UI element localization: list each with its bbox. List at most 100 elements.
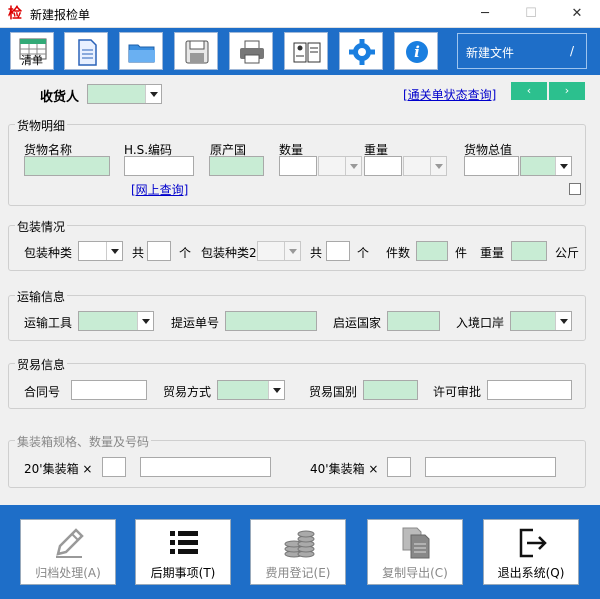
packing-type2-select[interactable] (257, 241, 301, 261)
packing-group-title: 包装情况 (15, 218, 68, 235)
container-40-count-input[interactable] (387, 457, 411, 477)
next-record-button[interactable]: › (549, 82, 585, 100)
trade-mode-select[interactable] (217, 380, 285, 400)
online-query-link[interactable]: [网上查询] (131, 181, 188, 198)
currency-select[interactable] (520, 156, 572, 176)
toolbar: 清单 i 新建文件 / (0, 28, 600, 75)
departure-country-label: 启运国家 (333, 316, 382, 330)
folder-icon (128, 44, 155, 63)
trade-country-input[interactable] (363, 380, 418, 400)
quantity-input[interactable] (279, 156, 317, 176)
new-file-label: 新建文件 (466, 46, 515, 60)
packing-weight-label: 重量 (480, 246, 505, 260)
manual-button[interactable] (284, 32, 328, 70)
copy-documents-icon (402, 527, 430, 559)
license-approval-label: 许可审批 (433, 385, 482, 399)
save-button[interactable] (174, 32, 218, 70)
receiver-select[interactable] (87, 84, 162, 104)
packing-count-input[interactable] (147, 241, 171, 261)
new-file-suffix: / (570, 44, 575, 58)
svg-text:i: i (414, 43, 420, 61)
gear-icon (349, 39, 375, 65)
list-button[interactable]: 清单 (10, 32, 54, 70)
archive-button[interactable]: 归档处理(A) (20, 519, 116, 585)
exit-icon (519, 528, 547, 558)
origin-country-input[interactable] (209, 156, 264, 176)
container-20-number-input[interactable] (140, 457, 271, 477)
transport-group-title: 运输信息 (15, 288, 68, 305)
open-folder-button[interactable] (119, 32, 163, 70)
weight-input[interactable] (364, 156, 402, 176)
bill-number-input[interactable] (225, 311, 317, 331)
bill-number-label: 提运单号 (171, 316, 220, 330)
printer-icon (240, 40, 264, 64)
hs-code-input[interactable] (124, 156, 194, 176)
follow-up-button[interactable]: 后期事项(T) (135, 519, 231, 585)
print-button[interactable] (229, 32, 273, 70)
trade-mode-label: 贸易方式 (163, 385, 212, 399)
packing-weight-unit-label: 公斤 (555, 246, 580, 260)
pieces-label: 件数 (386, 246, 411, 260)
packing-type2-label: 包装种类2 (201, 246, 257, 260)
fee-register-button[interactable]: 费用登记(E) (250, 519, 346, 585)
total-value-input[interactable] (464, 156, 519, 176)
container-20-label: 20'集装箱 × (24, 462, 93, 476)
copy-export-label: 复制导出(C) (382, 566, 448, 580)
app-icon: 检 (8, 6, 22, 22)
packing-weight-input[interactable] (511, 241, 547, 261)
transport-tool-label: 运输工具 (24, 316, 73, 330)
document-icon (78, 39, 97, 66)
goods-checkbox[interactable] (569, 183, 581, 195)
entry-port-select[interactable] (510, 311, 572, 331)
pieces-unit-label: 件 (455, 246, 468, 260)
title-bar: 检 新建报检单 ─ ☐ ✕ (0, 0, 600, 28)
container-40-label: 40'集装箱 × (310, 462, 379, 476)
close-button[interactable]: ✕ (554, 0, 600, 28)
fee-register-label: 费用登记(E) (265, 566, 331, 580)
packing-unit-label: 个 (179, 246, 192, 260)
packing-type-label: 包装种类 (24, 246, 73, 260)
container-40-number-input[interactable] (425, 457, 556, 477)
pieces-input[interactable] (416, 241, 448, 261)
entry-port-label: 入境口岸 (456, 316, 505, 330)
action-bar: 归档处理(A) 后期事项(T) 费用登记(E) 复制导出(C) 退出系统(Q) (0, 505, 600, 599)
list-label: 清单 (21, 54, 43, 67)
receiver-label: 收货人 (40, 90, 80, 105)
copy-export-button[interactable]: 复制导出(C) (367, 519, 463, 585)
clearance-status-link[interactable]: [通关单状态查询] (403, 86, 496, 103)
goods-group-title: 货物明细 (15, 117, 68, 134)
trade-group-title: 贸易信息 (15, 356, 68, 373)
weight-unit-select[interactable] (403, 156, 447, 176)
new-document-button[interactable] (64, 32, 108, 70)
archive-label: 归档处理(A) (35, 566, 101, 580)
settings-button[interactable] (339, 32, 383, 70)
packing-total-label: 共 (132, 246, 145, 260)
minimize-button[interactable]: ─ (462, 0, 508, 28)
container-group-title: 集装箱规格、数量及号码 (15, 433, 152, 450)
maximize-button[interactable]: ☐ (508, 0, 554, 28)
window-title: 新建报检单 (30, 8, 91, 22)
contract-number-input[interactable] (71, 380, 147, 400)
exit-button[interactable]: 退出系统(Q) (483, 519, 579, 585)
license-approval-input[interactable] (487, 380, 572, 400)
packing-total2-label: 共 (310, 246, 323, 260)
departure-country-input[interactable] (387, 311, 440, 331)
packing-type-select[interactable] (78, 241, 123, 261)
floppy-disk-icon (185, 40, 209, 64)
new-file-button[interactable]: 新建文件 / (457, 33, 587, 69)
goods-name-input[interactable] (24, 156, 110, 176)
book-icon (293, 42, 321, 63)
transport-tool-select[interactable] (78, 311, 154, 331)
trade-country-label: 贸易国别 (309, 385, 358, 399)
packing-count2-input[interactable] (326, 241, 350, 261)
container-20-count-input[interactable] (102, 457, 126, 477)
quantity-unit-select[interactable] (318, 156, 362, 176)
follow-up-label: 后期事项(T) (150, 566, 216, 580)
prev-record-button[interactable]: ‹ (511, 82, 547, 100)
pencil-icon (56, 528, 84, 558)
coins-icon (284, 530, 315, 558)
contract-number-label: 合同号 (24, 385, 61, 399)
exit-label: 退出系统(Q) (497, 566, 565, 580)
list-icon (170, 531, 198, 554)
info-button[interactable]: i (394, 32, 438, 70)
